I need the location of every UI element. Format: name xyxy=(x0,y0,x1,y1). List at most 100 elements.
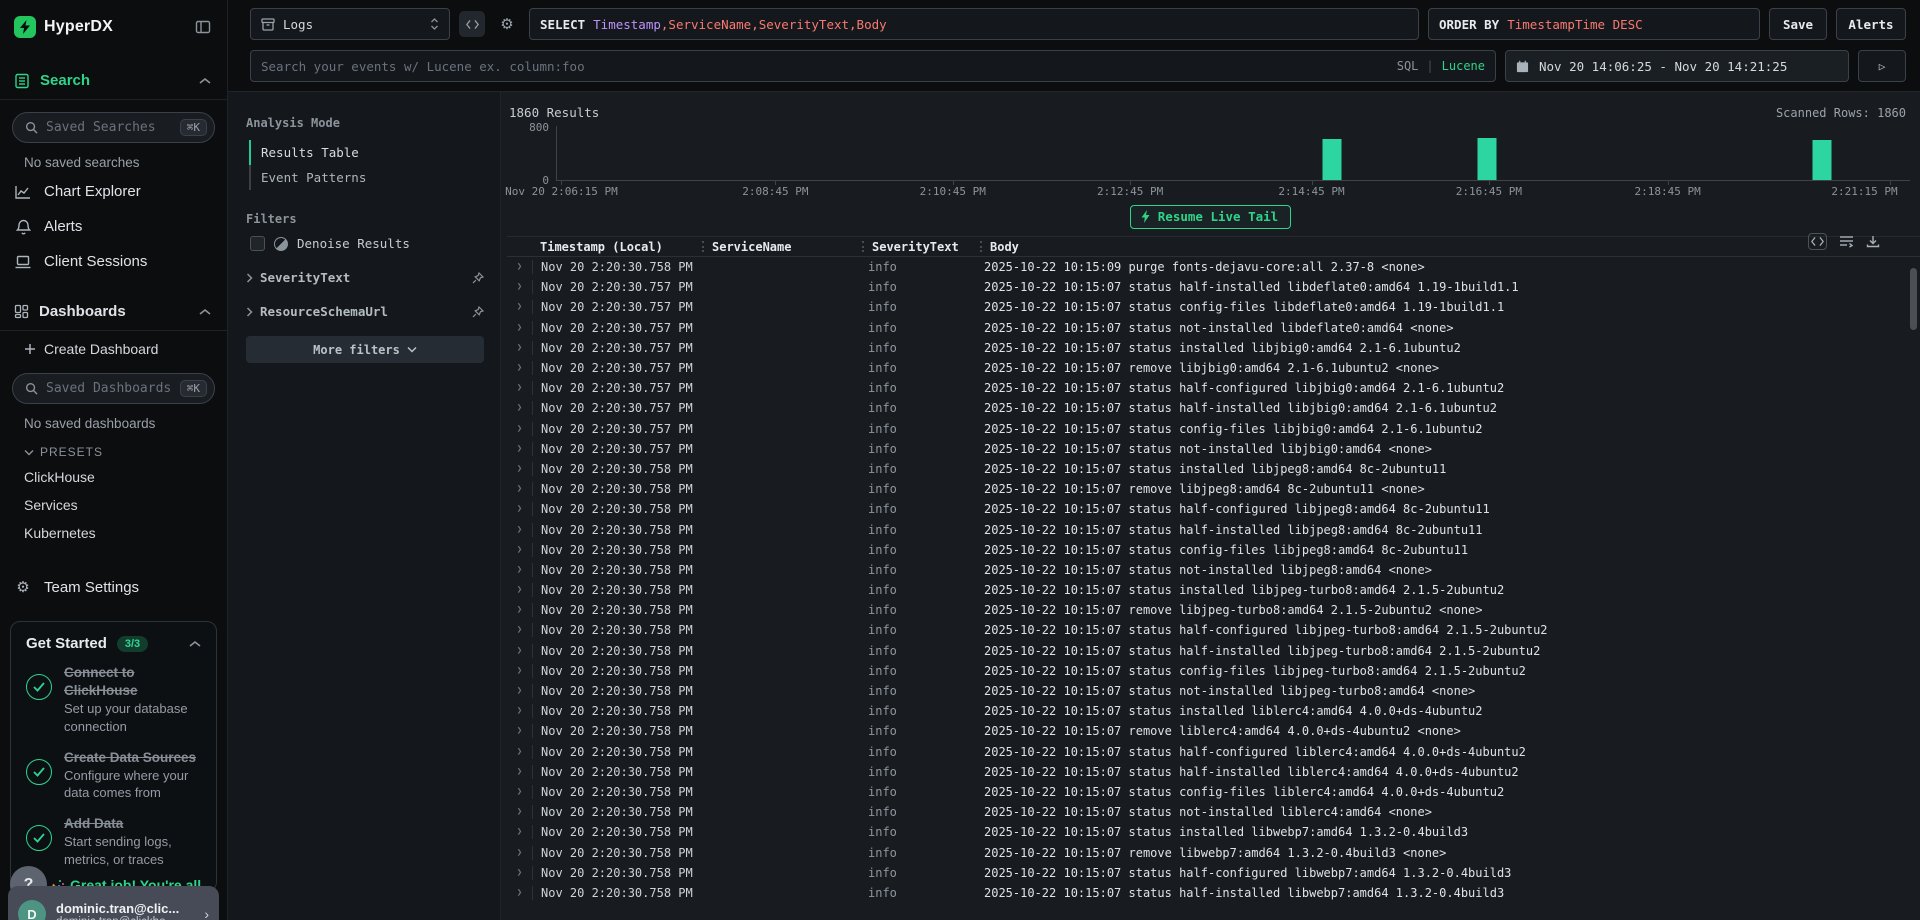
source-select[interactable]: Logs xyxy=(250,8,450,40)
language-toggle-sql[interactable]: SQL xyxy=(1397,59,1419,73)
presets-toggle[interactable]: PRESETS xyxy=(0,435,227,463)
table-row[interactable]: ❯ Nov 20 2:20:30.758 PM info 2025-10-22 … xyxy=(507,842,1920,862)
create-dashboard-button[interactable]: Create Dashboard xyxy=(0,331,227,361)
expand-row-chevron-icon[interactable]: ❯ xyxy=(507,848,532,858)
download-icon[interactable] xyxy=(1866,235,1880,248)
table-row[interactable]: ❯ Nov 20 2:20:30.758 PM info 2025-10-22 … xyxy=(507,681,1920,701)
sidebar-item-services[interactable]: Services xyxy=(0,491,227,519)
expand-row-chevron-icon[interactable]: ❯ xyxy=(507,424,532,434)
chart-plot[interactable] xyxy=(556,126,1910,180)
expand-row-chevron-icon[interactable]: ❯ xyxy=(507,747,532,757)
event-search-input[interactable]: Search your events w/ Lucene ex. column:… xyxy=(250,50,1496,82)
table-row[interactable]: ❯ Nov 20 2:20:30.758 PM info 2025-10-22 … xyxy=(507,721,1920,741)
expand-row-chevron-icon[interactable]: ❯ xyxy=(507,282,532,292)
table-row[interactable]: ❯ Nov 20 2:20:30.757 PM info 2025-10-22 … xyxy=(507,419,1920,439)
table-row[interactable]: ❯ Nov 20 2:20:30.758 PM info 2025-10-22 … xyxy=(507,459,1920,479)
filter-group-resourceschemaurl[interactable]: ResourceSchemaUrl xyxy=(246,304,484,319)
expand-row-chevron-icon[interactable]: ❯ xyxy=(507,444,532,454)
expand-row-chevron-icon[interactable]: ❯ xyxy=(507,525,532,535)
table-row[interactable]: ❯ Nov 20 2:20:30.758 PM info 2025-10-22 … xyxy=(507,560,1920,580)
denoise-checkbox[interactable] xyxy=(250,236,265,251)
expand-row-chevron-icon[interactable]: ❯ xyxy=(507,383,532,393)
table-row[interactable]: ❯ Nov 20 2:20:30.758 PM info 2025-10-22 … xyxy=(507,863,1920,883)
expand-row-chevron-icon[interactable]: ❯ xyxy=(507,403,532,413)
table-row[interactable]: ❯ Nov 20 2:20:30.758 PM info 2025-10-22 … xyxy=(507,782,1920,802)
get-started-step[interactable]: Add Data Start sending logs, metrics, or… xyxy=(26,815,201,868)
table-row[interactable]: ❯ Nov 20 2:20:30.758 PM info 2025-10-22 … xyxy=(507,540,1920,560)
saved-searches-input[interactable]: Saved Searches ⌘K xyxy=(12,112,215,143)
expand-row-chevron-icon[interactable]: ❯ xyxy=(507,807,532,817)
expand-row-chevron-icon[interactable]: ❯ xyxy=(507,625,532,635)
expand-row-chevron-icon[interactable]: ❯ xyxy=(507,868,532,878)
table-row[interactable]: ❯ Nov 20 2:20:30.758 PM info 2025-10-22 … xyxy=(507,641,1920,661)
user-profile[interactable]: D dominic.tran@clic... dominic.tran@clic… xyxy=(8,886,219,920)
table-row[interactable]: ❯ Nov 20 2:20:30.757 PM info 2025-10-22 … xyxy=(507,378,1920,398)
sidebar-item-search[interactable]: Search xyxy=(0,62,227,100)
row-density-icon[interactable] xyxy=(1839,235,1854,248)
table-row[interactable]: ❯ Nov 20 2:20:30.758 PM info 2025-10-22 … xyxy=(507,479,1920,499)
table-row[interactable]: ❯ Nov 20 2:20:30.758 PM info 2025-10-22 … xyxy=(507,762,1920,782)
expand-row-chevron-icon[interactable]: ❯ xyxy=(507,646,532,656)
get-started-step[interactable]: Connect to ClickHouse Set up your databa… xyxy=(26,664,201,736)
table-row[interactable]: ❯ Nov 20 2:20:30.758 PM info 2025-10-22 … xyxy=(507,883,1920,903)
save-button[interactable]: Save xyxy=(1769,8,1827,40)
table-row[interactable]: ❯ Nov 20 2:20:30.758 PM info 2025-10-22 … xyxy=(507,600,1920,620)
more-filters-button[interactable]: More filters xyxy=(246,336,484,363)
sidebar-item-client-sessions[interactable]: Client Sessions xyxy=(0,244,227,279)
expand-row-chevron-icon[interactable]: ❯ xyxy=(507,686,532,696)
expand-row-chevron-icon[interactable]: ❯ xyxy=(507,767,532,777)
source-settings-gear-icon[interactable]: ⚙ xyxy=(494,11,520,37)
select-clause-input[interactable]: SELECT Timestamp ,ServiceName,SeverityTe… xyxy=(529,8,1419,40)
expand-row-chevron-icon[interactable]: ❯ xyxy=(507,605,532,615)
table-row[interactable]: ❯ Nov 20 2:20:30.758 PM info 2025-10-22 … xyxy=(507,580,1920,600)
collapse-sidebar-icon[interactable] xyxy=(195,19,211,35)
table-row[interactable]: ❯ Nov 20 2:20:30.758 PM info 2025-10-22 … xyxy=(507,802,1920,822)
table-row[interactable]: ❯ Nov 20 2:20:30.757 PM info 2025-10-22 … xyxy=(507,358,1920,378)
expand-row-chevron-icon[interactable]: ❯ xyxy=(507,888,532,898)
table-row[interactable]: ❯ Nov 20 2:20:30.758 PM info 2025-10-22 … xyxy=(507,661,1920,681)
alerts-button[interactable]: Alerts xyxy=(1836,8,1906,40)
get-started-step[interactable]: Create Data Sources Configure where your… xyxy=(26,749,201,802)
table-row[interactable]: ❯ Nov 20 2:20:30.757 PM info 2025-10-22 … xyxy=(507,439,1920,459)
pin-icon[interactable] xyxy=(472,306,484,318)
orderby-input[interactable]: ORDER BY TimestampTime DESC xyxy=(1428,8,1760,40)
denoise-results-toggle[interactable]: Denoise Results xyxy=(246,236,484,251)
column-header-body[interactable]: Body xyxy=(982,240,1920,254)
filter-group-severitytext[interactable]: SeverityText xyxy=(246,270,484,285)
table-row[interactable]: ❯ Nov 20 2:20:30.758 PM info 2025-10-22 … xyxy=(507,257,1920,277)
table-row[interactable]: ❯ Nov 20 2:20:30.758 PM info 2025-10-22 … xyxy=(507,701,1920,721)
sidebar-item-alerts[interactable]: Alerts xyxy=(0,209,227,244)
chevron-up-icon[interactable] xyxy=(189,640,201,648)
saved-dashboards-input[interactable]: Saved Dashboards ⌘K xyxy=(12,373,215,404)
table-row[interactable]: ❯ Nov 20 2:20:30.758 PM info 2025-10-22 … xyxy=(507,499,1920,519)
expand-row-chevron-icon[interactable]: ❯ xyxy=(507,827,532,837)
results-scrollbar[interactable] xyxy=(1910,268,1917,330)
expand-row-chevron-icon[interactable]: ❯ xyxy=(507,585,532,595)
expand-row-chevron-icon[interactable]: ❯ xyxy=(507,323,532,333)
column-config-icon[interactable] xyxy=(1808,233,1827,250)
expand-row-chevron-icon[interactable]: ❯ xyxy=(507,343,532,353)
chevron-up-icon[interactable] xyxy=(199,77,211,85)
sidebar-item-chart-explorer[interactable]: Chart Explorer xyxy=(0,174,227,209)
code-toggle-icon[interactable] xyxy=(459,11,485,37)
table-row[interactable]: ❯ Nov 20 2:20:30.757 PM info 2025-10-22 … xyxy=(507,338,1920,358)
sidebar-item-kubernetes[interactable]: Kubernetes xyxy=(0,519,227,547)
sidebar-item-clickhouse[interactable]: ClickHouse xyxy=(0,463,227,491)
run-query-button[interactable]: ▷ xyxy=(1858,50,1906,82)
expand-row-chevron-icon[interactable]: ❯ xyxy=(507,666,532,676)
table-row[interactable]: ❯ Nov 20 2:20:30.757 PM info 2025-10-22 … xyxy=(507,398,1920,418)
column-header-servicename[interactable]: ServiceName xyxy=(704,240,862,254)
table-row[interactable]: ❯ Nov 20 2:20:30.758 PM info 2025-10-22 … xyxy=(507,742,1920,762)
expand-row-chevron-icon[interactable]: ❯ xyxy=(507,706,532,716)
sidebar-item-dashboards[interactable]: Dashboards xyxy=(0,293,227,331)
hyperdx-logo[interactable]: HyperDX xyxy=(14,16,113,38)
table-row[interactable]: ❯ Nov 20 2:20:30.757 PM info 2025-10-22 … xyxy=(507,318,1920,338)
expand-row-chevron-icon[interactable]: ❯ xyxy=(507,545,532,555)
column-header-severitytext[interactable]: SeverityText xyxy=(864,240,980,254)
table-row[interactable]: ❯ Nov 20 2:20:30.758 PM info 2025-10-22 … xyxy=(507,620,1920,640)
expand-row-chevron-icon[interactable]: ❯ xyxy=(507,565,532,575)
table-row[interactable]: ❯ Nov 20 2:20:30.757 PM info 2025-10-22 … xyxy=(507,277,1920,297)
expand-row-chevron-icon[interactable]: ❯ xyxy=(507,726,532,736)
expand-row-chevron-icon[interactable]: ❯ xyxy=(507,464,532,474)
expand-row-chevron-icon[interactable]: ❯ xyxy=(507,262,532,272)
